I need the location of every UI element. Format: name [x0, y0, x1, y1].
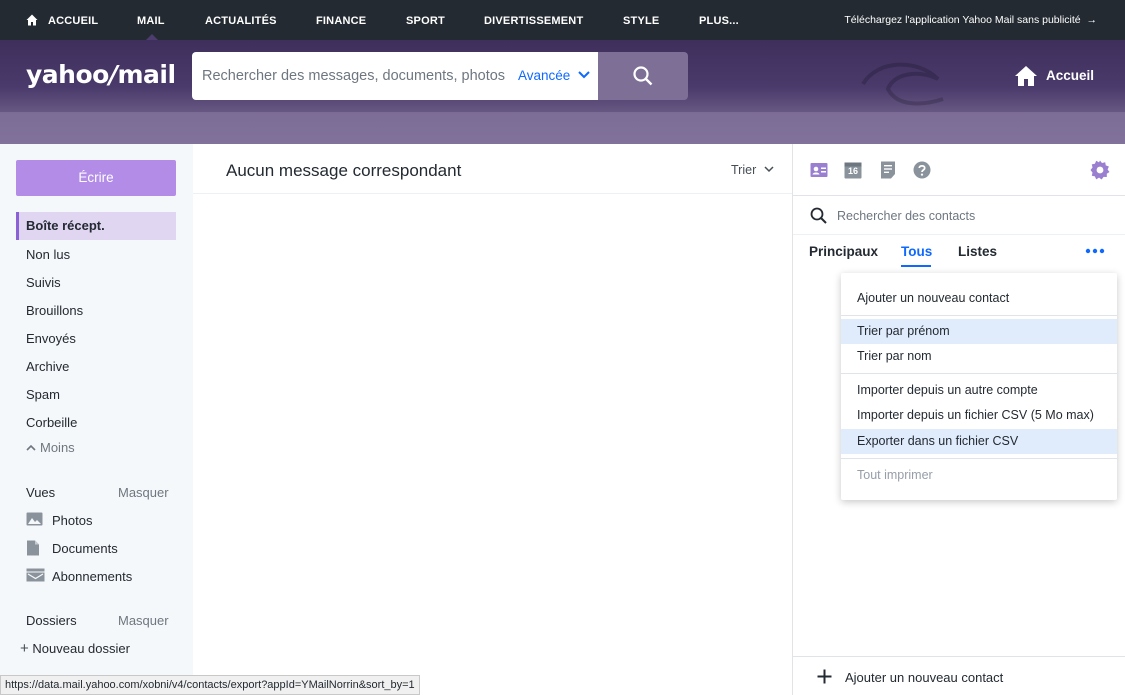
view-photos-label: Photos — [52, 513, 93, 528]
advanced-search-toggle[interactable]: Avancée — [518, 52, 590, 100]
menu-item-import-account[interactable]: Importer depuis un autre compte — [841, 378, 1117, 403]
show-less-label: Moins — [40, 440, 75, 455]
folder-archive[interactable]: Archive — [16, 353, 176, 381]
calendar-day: 16 — [847, 166, 858, 176]
home-button[interactable]: Accueil — [1014, 64, 1094, 90]
nav-item-divertissement[interactable]: DIVERTISSEMENT — [484, 0, 583, 40]
nav-item-plus[interactable]: PLUS... — [699, 0, 739, 40]
contacts-options-menu: Ajouter un nouveau contact Trier par pré… — [841, 273, 1117, 500]
yahoo-mail-logo[interactable]: yahoo/mail — [26, 60, 176, 89]
folders-section-title: Dossiers — [26, 613, 77, 628]
folder-spam[interactable]: Spam — [16, 381, 176, 409]
settings-icon[interactable] — [1090, 160, 1110, 180]
search-button[interactable] — [598, 52, 688, 100]
plus-icon: + — [20, 640, 29, 657]
notepad-icon[interactable] — [879, 161, 897, 179]
sort-label: Trier — [731, 163, 757, 177]
mail-search-box: Avancée — [192, 52, 598, 100]
add-contact-footer-label: Ajouter un nouveau contact — [845, 670, 1004, 685]
new-folder-button[interactable]: + Nouveau dossier — [20, 640, 130, 657]
nav-item-finance[interactable]: FINANCE — [316, 0, 366, 40]
show-less-toggle[interactable]: Moins — [26, 440, 75, 455]
home-icon — [1015, 66, 1037, 86]
sort-button[interactable]: Trier — [731, 163, 774, 177]
contacts-search-input[interactable] — [837, 197, 1107, 235]
view-subscriptions-label: Abonnements — [52, 569, 133, 584]
new-folder-label: Nouveau dossier — [32, 641, 130, 656]
nav-item-style[interactable]: STYLE — [623, 0, 659, 40]
promo-text: Téléchargez l'application Yahoo Mail san… — [844, 14, 1081, 26]
search-icon — [633, 66, 653, 86]
views-hide-link[interactable]: Masquer — [118, 485, 169, 500]
document-icon — [27, 540, 39, 556]
nav-item-sport[interactable]: SPORT — [406, 0, 445, 40]
calendar-icon[interactable]: 16 — [844, 161, 862, 179]
browser-status-bar: https://data.mail.yahoo.com/xobni/v4/con… — [0, 675, 420, 695]
search-icon — [810, 207, 827, 224]
chevron-down-icon — [578, 71, 590, 79]
chevron-down-icon — [764, 166, 774, 173]
compose-button[interactable]: Écrire — [16, 160, 176, 196]
active-tab-underline — [901, 265, 931, 267]
empty-results-text: Aucun message correspondant — [226, 161, 462, 180]
views-section-title: Vues — [26, 485, 56, 500]
home-label: Accueil — [1046, 68, 1095, 83]
decorative-swirl-icon — [861, 62, 944, 106]
more-options-icon[interactable] — [1085, 248, 1105, 254]
left-sidebar: Écrire Boîte récept. Non lus Suivis Brou… — [0, 144, 193, 695]
tab-principaux[interactable]: Principaux — [809, 244, 878, 259]
nav-item-accueil[interactable]: ACCUEIL — [48, 0, 98, 40]
message-list-header: Aucun message correspondant Trier — [193, 144, 792, 194]
mail-search-input[interactable] — [202, 52, 512, 100]
view-documents-label: Documents — [52, 541, 118, 556]
menu-separator — [841, 315, 1117, 316]
menu-item-sort-first-name[interactable]: Trier par prénom — [841, 319, 1117, 344]
chevron-up-icon — [26, 444, 36, 451]
tab-tous[interactable]: Tous — [901, 244, 932, 259]
message-list: Aucun message correspondant Trier — [193, 144, 792, 695]
logo-text-yahoo: yahoo — [26, 60, 109, 89]
folder-unread[interactable]: Non lus — [16, 241, 176, 269]
folder-starred[interactable]: Suivis — [16, 269, 176, 297]
contacts-panel-toolbar: 16 — [793, 144, 1125, 196]
top-navigation-bar: ACCUEIL MAIL ACTUALITÉS FINANCE SPORT DI… — [0, 0, 1125, 40]
menu-separator — [841, 458, 1117, 459]
folders-hide-link[interactable]: Masquer — [118, 613, 169, 628]
help-icon[interactable] — [913, 161, 931, 179]
folder-trash[interactable]: Corbeille — [16, 409, 176, 437]
nav-item-actualites[interactable]: ACTUALITÉS — [205, 0, 277, 40]
subscriptions-icon — [26, 568, 45, 582]
contacts-icon[interactable] — [810, 161, 828, 179]
menu-item-import-csv[interactable]: Importer depuis un fichier CSV (5 Mo max… — [841, 403, 1117, 428]
plus-icon — [817, 669, 832, 684]
folder-sent[interactable]: Envoyés — [16, 325, 176, 353]
tab-listes[interactable]: Listes — [958, 244, 997, 259]
photo-icon — [26, 512, 43, 526]
menu-item-export-csv[interactable]: Exporter dans un fichier CSV — [841, 429, 1117, 454]
home-icon — [26, 14, 38, 26]
menu-item-add-contact[interactable]: Ajouter un nouveau contact — [841, 286, 1117, 311]
promo-link[interactable]: Téléchargez l'application Yahoo Mail san… — [844, 0, 1097, 40]
folder-inbox[interactable]: Boîte récept. — [16, 212, 176, 240]
folder-drafts[interactable]: Brouillons — [16, 297, 176, 325]
advanced-search-label: Avancée — [518, 68, 571, 83]
menu-item-sort-last-name[interactable]: Trier par nom — [841, 344, 1117, 369]
arrow-right-icon: → — [1086, 14, 1098, 26]
header: yahoo/mail Avancée Accueil — [0, 40, 1125, 144]
menu-separator — [841, 373, 1117, 374]
contacts-search-box — [793, 197, 1125, 235]
add-contact-footer-button[interactable]: Ajouter un nouveau contact — [793, 656, 1125, 695]
logo-text-mail: mail — [117, 60, 176, 89]
menu-item-print-all: Tout imprimer — [857, 468, 933, 482]
header-band — [0, 112, 1125, 144]
